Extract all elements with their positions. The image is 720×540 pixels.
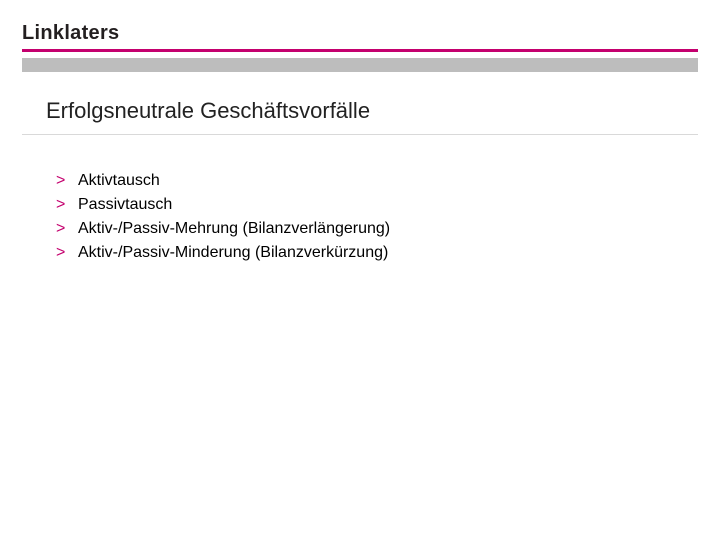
bullet-icon: > xyxy=(56,241,68,265)
body: > Aktivtausch > Passivtausch > Aktiv-/Pa… xyxy=(0,135,720,265)
slide-title: Erfolgsneutrale Geschäftsvorfälle xyxy=(0,72,720,134)
list-item-text: Aktiv-/Passiv-Minderung (Bilanzverkürzun… xyxy=(78,241,388,265)
list-item: > Aktiv-/Passiv-Mehrung (Bilanzverlänger… xyxy=(56,217,720,241)
bullet-icon: > xyxy=(56,193,68,217)
list-item-text: Aktiv-/Passiv-Mehrung (Bilanzverlängerun… xyxy=(78,217,390,241)
list-item: > Passivtausch xyxy=(56,193,720,217)
list-item: > Aktivtausch xyxy=(56,169,720,193)
grey-bar xyxy=(22,58,698,72)
header: Linklaters xyxy=(0,0,720,72)
bullet-icon: > xyxy=(56,217,68,241)
slide: Linklaters Erfolgsneutrale Geschäftsvorf… xyxy=(0,0,720,540)
list-item-text: Aktivtausch xyxy=(78,169,160,193)
list-item: > Aktiv-/Passiv-Minderung (Bilanzverkürz… xyxy=(56,241,720,265)
bullet-icon: > xyxy=(56,169,68,193)
brand-logo-text: Linklaters xyxy=(0,22,720,49)
list-item-text: Passivtausch xyxy=(78,193,172,217)
